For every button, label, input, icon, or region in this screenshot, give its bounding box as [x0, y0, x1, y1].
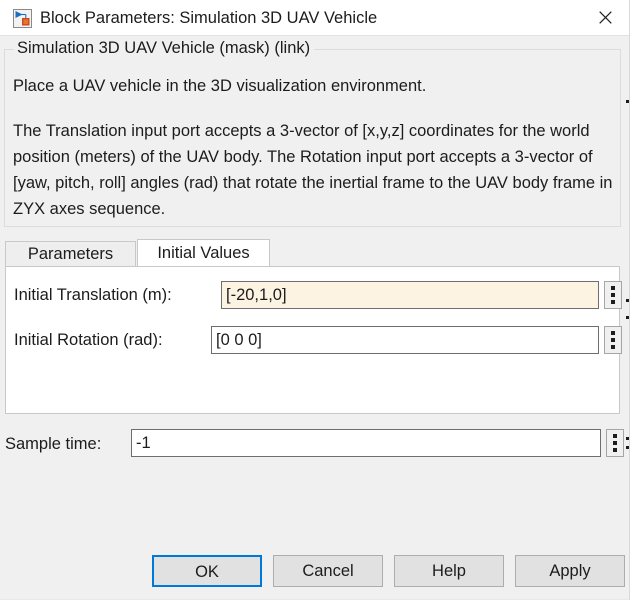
vertical-ellipsis-icon-dot: [611, 338, 615, 342]
apply-button[interactable]: Apply: [515, 555, 625, 587]
cancel-button[interactable]: Cancel: [273, 555, 383, 587]
simulink-block-icon: [13, 9, 32, 28]
initial-translation-input[interactable]: [221, 281, 599, 309]
vertical-ellipsis-icon-dot: [613, 448, 617, 452]
block-parameters-dialog: Block Parameters: Simulation 3D UAV Vehi…: [0, 0, 630, 600]
ok-button[interactable]: OK: [152, 555, 262, 587]
initial-translation-label: Initial Translation (m):: [14, 286, 172, 304]
window-edge-tick: [626, 299, 629, 302]
block-description-summary: Place a UAV vehicle in the 3D visualizat…: [13, 77, 427, 95]
sample-time-input[interactable]: [131, 429, 601, 457]
tab-page-initial-values: Initial Translation (m): Initial Rotatio…: [5, 266, 622, 414]
title-bar: Block Parameters: Simulation 3D UAV Vehi…: [0, 0, 629, 36]
vertical-ellipsis-icon-dot: [611, 345, 615, 349]
vertical-ellipsis-icon-dot: [611, 331, 615, 335]
vertical-ellipsis-icon-dot: [613, 441, 617, 445]
window-edge-tick: [626, 446, 629, 449]
vertical-ellipsis-icon-dot: [613, 434, 617, 438]
close-icon[interactable]: [582, 0, 628, 35]
vertical-ellipsis-icon-dot: [611, 293, 615, 297]
dialog-body: Simulation 3D UAV Vehicle (mask) (link) …: [0, 36, 629, 600]
window-title: Block Parameters: Simulation 3D UAV Vehi…: [40, 9, 378, 27]
window-edge-tick: [626, 100, 629, 103]
window-edge-tick: [626, 437, 629, 440]
tab-strip: Parameters Initial Values: [5, 239, 620, 267]
block-description-detail: The Translation input port accepts a 3-v…: [13, 122, 613, 218]
block-description-legend: Simulation 3D UAV Vehicle (mask) (link): [14, 38, 315, 59]
block-description-group: Simulation 3D UAV Vehicle (mask) (link) …: [4, 38, 621, 227]
dialog-footer: OK Cancel Help Apply: [0, 555, 629, 600]
initial-rotation-label: Initial Rotation (rad):: [14, 331, 163, 349]
sample-time-menu-button[interactable]: [606, 429, 624, 457]
tab-initial-values[interactable]: Initial Values: [137, 239, 270, 267]
initial-translation-menu-button[interactable]: [604, 281, 622, 309]
help-button[interactable]: Help: [394, 555, 504, 587]
tab-parameters[interactable]: Parameters: [5, 241, 136, 267]
sample-time-label: Sample time:: [5, 435, 102, 453]
initial-rotation-input[interactable]: [211, 326, 599, 354]
vertical-ellipsis-icon-dot: [611, 300, 615, 304]
sample-time-row: Sample time:: [0, 429, 629, 459]
vertical-ellipsis-icon-dot: [611, 286, 615, 290]
initial-rotation-menu-button[interactable]: [604, 326, 622, 354]
window-edge-tick: [626, 316, 629, 319]
